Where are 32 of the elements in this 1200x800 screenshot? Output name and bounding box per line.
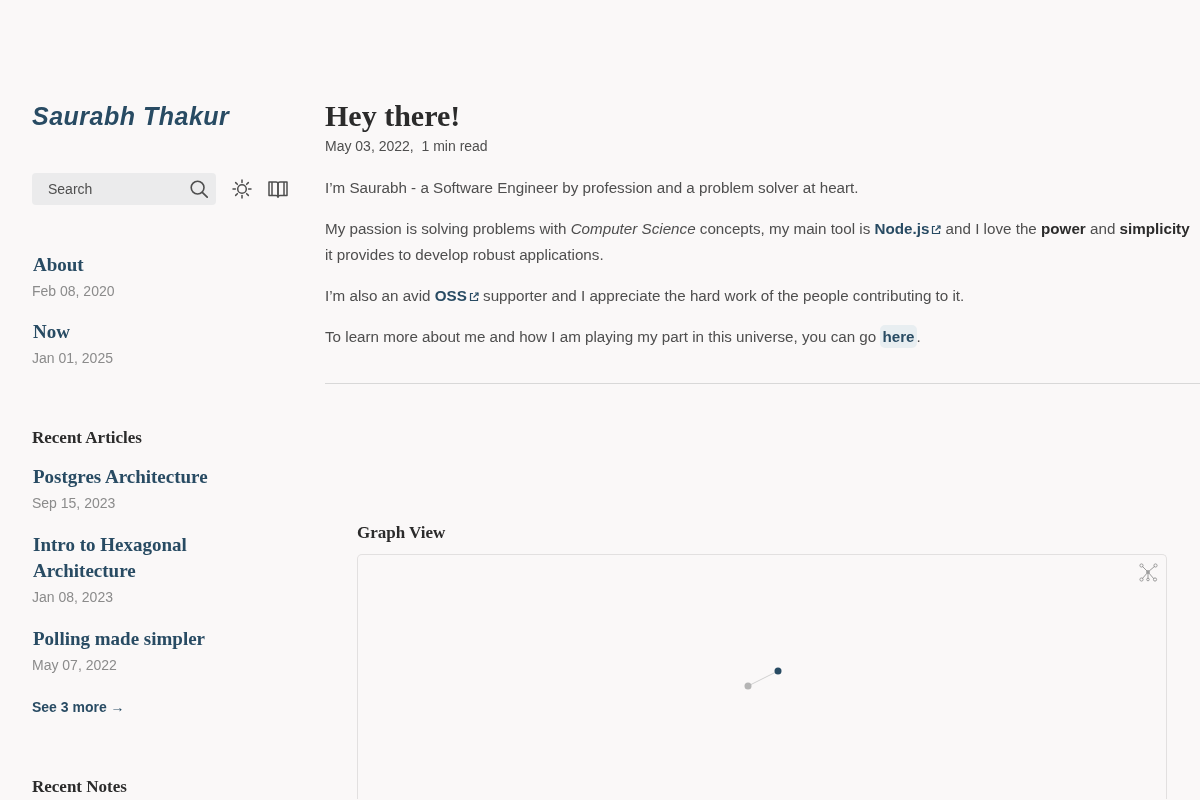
- page-title: Hey there!: [325, 98, 461, 134]
- article-link[interactable]: Polling made simpler: [32, 626, 206, 652]
- search-icon[interactable]: [190, 180, 208, 198]
- external-link[interactable]: Node.js: [874, 220, 942, 237]
- page-link[interactable]: Now: [32, 319, 70, 345]
- section-heading: Recent Articles: [32, 427, 142, 449]
- paragraph: I’m Saurabh - a Software Engineer by profession and a problem solver at heart.: [325, 178, 859, 198]
- graph-icon[interactable]: [1139, 563, 1158, 582]
- site-title[interactable]: Saurabh Thakur: [32, 96, 230, 136]
- page-date: Jan 01, 2025: [32, 349, 113, 368]
- external-link[interactable]: OSS: [434, 287, 479, 304]
- article-meta: May 03, 2022, 1 min read: [325, 137, 488, 156]
- article-link[interactable]: Intro to Hexagonal Architecture: [32, 532, 290, 584]
- search-field[interactable]: Search: [32, 173, 216, 205]
- paragraph: My passion is solving problems with Computer Science concepts, my main tool is Node.js and I love the power and simplicity it provides to develop robust applications.: [325, 219, 1191, 265]
- paragraph: To learn more about me and how I am playing my part in this universe, you can go here.: [325, 324, 921, 350]
- article-date: May 07, 2022: [32, 656, 117, 675]
- sun-icon[interactable]: [232, 179, 252, 199]
- paragraph: I’m also an avid OSS supporter and I appreciate the hard work of the people contributing to it.: [325, 286, 965, 306]
- node-graph[interactable]: [743, 666, 783, 691]
- book-icon[interactable]: [268, 179, 288, 199]
- article-link[interactable]: Postgres Architecture: [32, 464, 208, 490]
- section-heading: Recent Notes: [32, 776, 127, 798]
- section-heading: Graph View: [357, 522, 446, 544]
- external-link-icon: [468, 292, 479, 302]
- see-more-link[interactable]: See 3 more →: [32, 696, 125, 718]
- article-date: Sep 15, 2023: [32, 494, 116, 513]
- internal-link[interactable]: here: [880, 325, 917, 348]
- page-link[interactable]: About: [32, 252, 84, 278]
- external-link-icon: [931, 225, 942, 235]
- page-date: Feb 08, 2020: [32, 282, 115, 301]
- article-date: Jan 08, 2023: [32, 588, 113, 607]
